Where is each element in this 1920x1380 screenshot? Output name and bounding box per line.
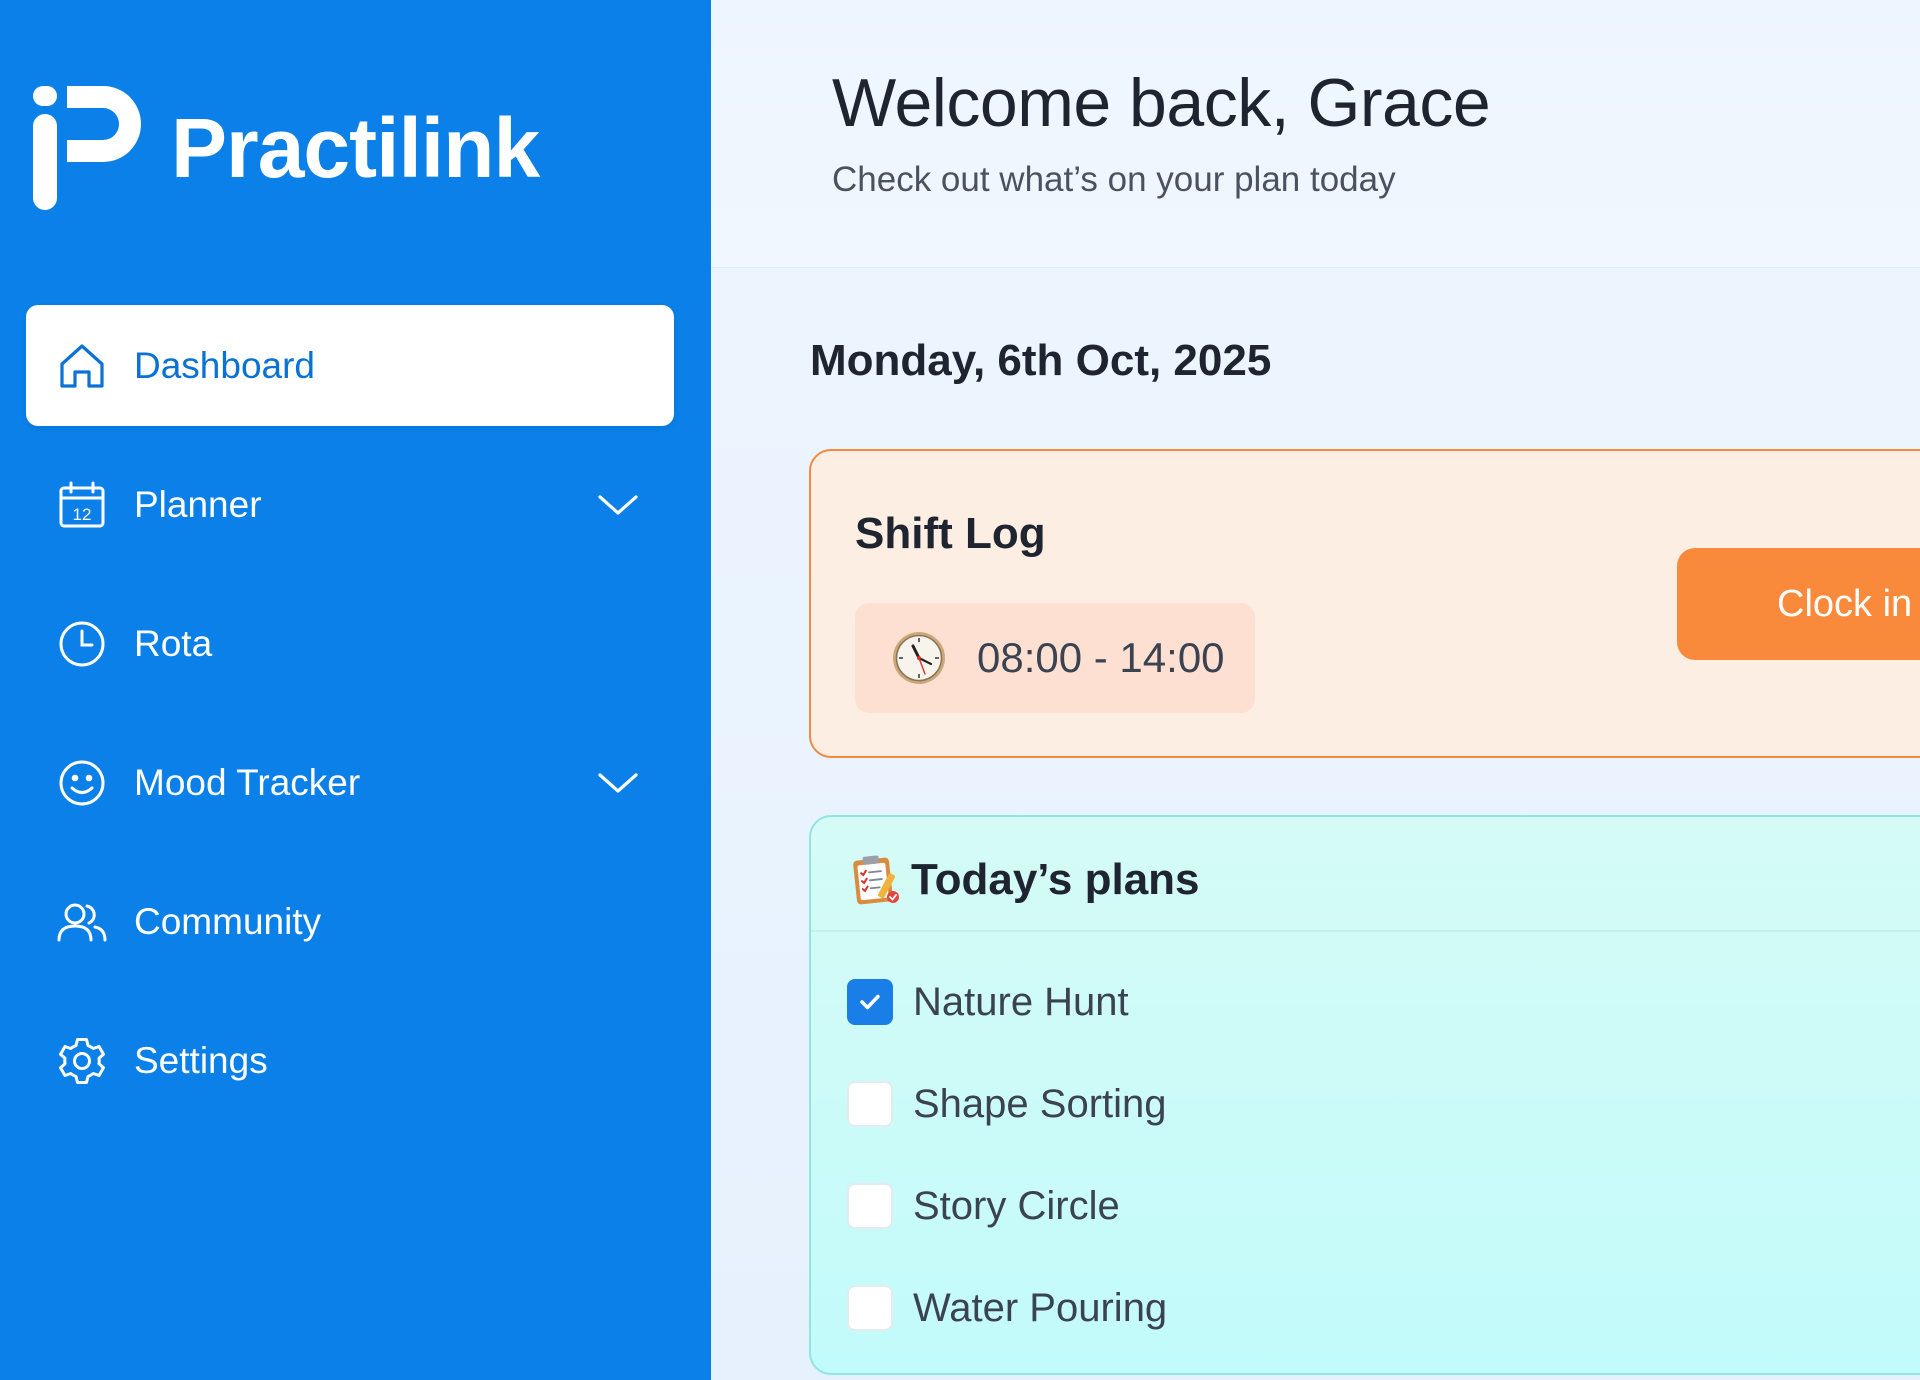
shift-time-range: 08:00 - 14:00 [977, 634, 1225, 681]
current-date: Monday, 6th Oct, 2025 [810, 336, 1272, 385]
page-header: Welcome back, Grace Check out what’s on … [711, 0, 1920, 268]
plan-checkbox[interactable] [847, 1285, 893, 1331]
calendar-icon: 12 [56, 479, 108, 531]
plan-label: Story Circle [913, 1183, 1120, 1228]
gear-icon [56, 1035, 108, 1087]
shift-time-pill: 08:00 - 14:00 [855, 603, 1255, 713]
page-title: Welcome back, Grace [832, 65, 1491, 141]
clipboard-icon [847, 851, 903, 907]
sidebar-item-settings[interactable]: Settings [26, 1000, 674, 1121]
plans-header: Today’s plans [811, 817, 1920, 932]
sidebar-item-planner[interactable]: 12 Planner [26, 444, 674, 565]
plan-label: Water Pouring [913, 1285, 1168, 1330]
todays-plans-card: Today’s plans Nature Hunt Shape Sorting … [809, 815, 1920, 1375]
shift-log-title: Shift Log [855, 509, 1046, 558]
plan-item[interactable]: Story Circle [847, 1174, 1120, 1238]
plan-checkbox[interactable] [847, 1081, 893, 1127]
sidebar-item-label: Dashboard [134, 345, 316, 386]
plan-item[interactable]: Water Pouring [847, 1276, 1167, 1340]
practilink-logo-icon [33, 86, 141, 210]
chevron-down-icon[interactable] [596, 769, 640, 797]
brand-name: Practilink [171, 101, 540, 195]
wall-clock-icon [891, 630, 947, 686]
sidebar-item-dashboard[interactable]: Dashboard [26, 305, 674, 426]
home-icon [56, 340, 108, 392]
plan-checkbox[interactable] [847, 979, 893, 1025]
sidebar-item-rota[interactable]: Rota [26, 583, 674, 704]
users-icon [56, 896, 108, 948]
sidebar-item-label: Rota [134, 623, 213, 664]
chevron-down-icon[interactable] [596, 491, 640, 519]
plan-checkbox[interactable] [847, 1183, 893, 1229]
sidebar-item-mood-tracker[interactable]: Mood Tracker [26, 722, 674, 843]
sidebar-item-label: Mood Tracker [134, 762, 361, 803]
check-icon [860, 994, 880, 1010]
smiley-icon [56, 757, 108, 809]
plan-item[interactable]: Nature Hunt [847, 970, 1129, 1034]
clock-icon [56, 618, 108, 670]
shift-log-card: Shift Log 08:00 - 14:00 Clock in [809, 449, 1920, 758]
sidebar-item-label: Planner [134, 484, 262, 525]
page-subtitle: Check out what’s on your plan today [832, 160, 1396, 199]
svg-text:12: 12 [73, 505, 92, 524]
plan-label: Shape Sorting [913, 1081, 1167, 1126]
sidebar-item-community[interactable]: Community [26, 861, 674, 982]
sidebar: Practilink Dashboard 12 Planner Rota Moo… [0, 0, 711, 1380]
app-window: Practilink Dashboard 12 Planner Rota Moo… [0, 0, 1920, 1380]
clock-in-button[interactable]: Clock in [1677, 548, 1920, 660]
plan-label: Nature Hunt [913, 979, 1129, 1024]
plans-title: Today’s plans [911, 855, 1200, 904]
plan-item[interactable]: Shape Sorting [847, 1072, 1167, 1136]
sidebar-item-label: Community [134, 901, 322, 942]
sidebar-item-label: Settings [134, 1040, 268, 1081]
brand[interactable]: Practilink [33, 86, 540, 210]
main-content: Welcome back, Grace Check out what’s on … [711, 0, 1920, 1380]
